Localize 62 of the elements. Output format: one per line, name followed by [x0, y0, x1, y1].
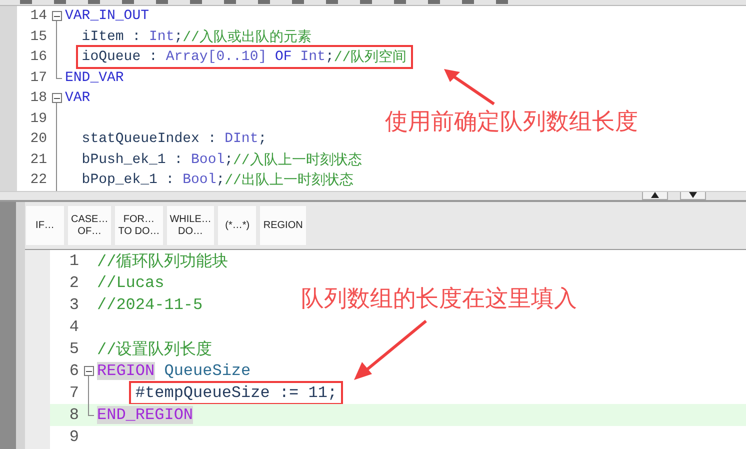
line-number: 9: [68, 428, 79, 446]
code-line: VAR_IN_OUT: [64, 7, 150, 26]
code-line: END_VAR: [64, 68, 125, 88]
code-line: //2024-11-5: [96, 295, 204, 316]
toolbar-icon[interactable]: [20, 0, 32, 4]
code-line: //设置队列长度: [96, 340, 214, 360]
toolbar-icon[interactable]: [462, 0, 474, 4]
code-line: //循环队列功能块: [96, 252, 230, 272]
code-line: bPush_ek_1 : Bool;//入队上一时刻状态: [80, 150, 363, 171]
toolbar-icon[interactable]: [190, 0, 202, 4]
scrollbar[interactable]: [0, 191, 746, 202]
toolbar-icon[interactable]: [258, 0, 270, 4]
line-number: 6: [68, 362, 79, 380]
toolbar-icon[interactable]: [292, 0, 304, 4]
scroll-up-button[interactable]: [642, 192, 668, 200]
snippet-button[interactable]: CASE… OF…: [68, 206, 112, 245]
annotation-text: 队列数组的长度在这里填入: [301, 285, 577, 314]
toolbar-icon[interactable]: [326, 0, 338, 4]
snippet-button[interactable]: REGION: [260, 206, 306, 245]
code-line: bPop_ek_1 : Bool;//出队上一时刻状态: [80, 171, 354, 191]
scroll-down-button[interactable]: [680, 192, 706, 200]
toolbar-icon[interactable]: [360, 0, 372, 4]
toolbar-icon[interactable]: [54, 0, 66, 4]
toolbar-icon[interactable]: [122, 0, 134, 4]
line-number: 15: [29, 28, 47, 45]
code-line: iItem : Int;//入队或出队的元素: [80, 28, 312, 48]
collapse-icon[interactable]: [52, 93, 62, 104]
snippet-button[interactable]: WHILE… DO…: [166, 206, 214, 245]
line-number: 5: [68, 340, 79, 358]
triangle-down-icon: [689, 192, 697, 198]
line-number: 3: [68, 296, 79, 314]
code-line: REGION QueueSize: [96, 361, 252, 382]
line-number: 16: [29, 49, 47, 66]
toolbar-icon[interactable]: [394, 0, 406, 4]
code-line: statQueueIndex : DInt;: [80, 130, 268, 150]
highlighted-code: ioQueue : Array[0..10] OF Int;//队列空间: [76, 45, 413, 70]
line-number: 21: [29, 152, 47, 168]
line-number: 4: [68, 318, 79, 336]
line-number: 17: [29, 70, 47, 86]
triangle-up-icon: [651, 192, 659, 198]
line-number: 22: [29, 172, 47, 188]
code-line: VAR: [64, 89, 92, 108]
toolbar-icon[interactable]: [224, 0, 236, 4]
snippet-button[interactable]: FOR… TO DO…: [115, 206, 163, 245]
toolbar-icon[interactable]: [156, 0, 168, 4]
collapse-icon[interactable]: [52, 11, 62, 22]
toolbar-icon[interactable]: [496, 0, 508, 4]
collapse-icon[interactable]: [84, 366, 94, 376]
line-number: 7: [68, 384, 79, 402]
line-number: 1: [68, 252, 79, 270]
toolbar-icon[interactable]: [88, 0, 100, 4]
line-number: 2: [68, 274, 79, 292]
annotation-text: 使用前确定队列数组长度: [385, 108, 638, 137]
line-number: 20: [29, 131, 47, 148]
toolbar-icon[interactable]: [428, 0, 440, 4]
code-line: //Lucas: [96, 273, 166, 294]
line-number: 19: [29, 110, 47, 127]
line-number: 8: [68, 406, 79, 424]
line-number: 14: [29, 8, 47, 24]
line-number: 18: [29, 90, 47, 106]
snippet-button[interactable]: (*…*): [218, 206, 256, 245]
snippet-button[interactable]: IF…: [26, 206, 64, 245]
